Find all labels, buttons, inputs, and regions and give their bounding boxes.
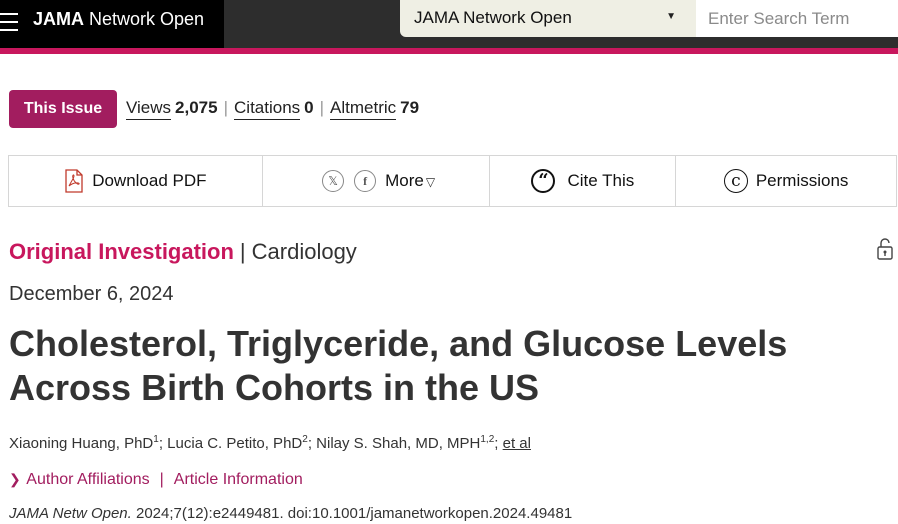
citations-link[interactable]: Citations bbox=[234, 98, 301, 120]
article-metrics: Views 2,075 | Citations 0 | Altmetric 79 bbox=[126, 98, 420, 120]
citation-details: 2024;7(12):e2449481. doi:10.1001/jamanet… bbox=[131, 505, 573, 522]
journal-select-label: JAMA Network Open bbox=[414, 8, 572, 27]
article-subject[interactable]: Cardiology bbox=[252, 239, 357, 264]
header-accent-stripe bbox=[0, 48, 898, 54]
views-count: 2,075 bbox=[175, 98, 218, 117]
article-type-line: Original Investigation | Cardiology bbox=[9, 239, 357, 265]
x-share-icon[interactable]: 𝕏 bbox=[322, 170, 345, 192]
author-name[interactable]: Xiaoning Huang, PhD bbox=[9, 435, 153, 452]
brand-logo[interactable]: JAMA Network Open bbox=[33, 8, 204, 30]
author-affiliation-ref: 1,2 bbox=[480, 434, 495, 445]
facebook-share-icon[interactable]: f bbox=[354, 170, 377, 192]
article-information-link[interactable]: Article Information bbox=[174, 471, 303, 488]
citations-count: 0 bbox=[304, 98, 314, 117]
chevron-right-icon: ❯ bbox=[9, 471, 21, 487]
author-affiliations-link[interactable]: ❯ Author Affiliations bbox=[9, 471, 150, 488]
more-button[interactable]: More ▽ bbox=[385, 171, 435, 191]
author-name[interactable]: Nilay S. Shah, MD, MPH bbox=[316, 435, 480, 452]
metric-divider: | bbox=[223, 98, 229, 117]
journal-abbrev: JAMA Netw Open. bbox=[9, 505, 132, 522]
copyright-icon: c bbox=[723, 169, 748, 193]
cite-this-button[interactable]: “ Cite This bbox=[490, 156, 677, 206]
publication-date: December 6, 2024 bbox=[9, 283, 174, 305]
article-title: Cholesterol, Triglyceride, and Glucose L… bbox=[9, 323, 788, 408]
pdf-icon bbox=[65, 169, 83, 193]
author-affiliations-label: Author Affiliations bbox=[26, 471, 150, 488]
more-label: More bbox=[385, 171, 424, 190]
open-access-lock-icon bbox=[877, 238, 893, 260]
chevron-down-icon: ▼ bbox=[666, 11, 676, 22]
menu-icon[interactable] bbox=[0, 11, 20, 33]
top-header: JAMA Network Open JAMA Network Open ▼ bbox=[0, 0, 898, 48]
metric-divider: | bbox=[319, 98, 325, 117]
article-citation: JAMA Netw Open. 2024;7(12):e2449481. doi… bbox=[9, 505, 572, 522]
link-divider: | bbox=[159, 471, 164, 488]
author-affiliation-ref: 1 bbox=[153, 434, 159, 445]
author-name[interactable]: Lucia C. Petito, PhD bbox=[167, 435, 302, 452]
journal-select[interactable]: JAMA Network Open ▼ bbox=[400, 0, 696, 37]
download-pdf-label: Download PDF bbox=[92, 171, 207, 190]
this-issue-button[interactable]: This Issue bbox=[9, 90, 117, 128]
permissions-button[interactable]: c Permissions bbox=[676, 156, 896, 206]
quote-icon: “ bbox=[531, 169, 556, 193]
author-affiliation-ref: 2 bbox=[302, 434, 308, 445]
author-list: Xiaoning Huang, PhD1; Lucia C. Petito, P… bbox=[9, 434, 531, 452]
type-divider: | bbox=[239, 239, 246, 264]
views-link[interactable]: Views bbox=[126, 98, 172, 120]
permissions-label: Permissions bbox=[755, 171, 849, 190]
search-input[interactable] bbox=[696, 0, 898, 37]
altmetric-link[interactable]: Altmetric bbox=[330, 98, 397, 120]
article-info-links: ❯ Author Affiliations | Article Informatio… bbox=[9, 471, 303, 489]
et-al-link[interactable]: et al bbox=[503, 435, 531, 452]
download-pdf-button[interactable]: Download PDF bbox=[9, 156, 263, 206]
share-more-group: 𝕏 f More ▽ bbox=[263, 156, 491, 206]
cite-this-label: Cite This bbox=[567, 171, 635, 190]
article-type[interactable]: Original Investigation bbox=[9, 239, 234, 264]
article-toolbar: Download PDF 𝕏 f More ▽ “ Cite This c Per… bbox=[8, 155, 897, 207]
altmetric-score: 79 bbox=[400, 98, 420, 117]
chevron-down-icon: ▽ bbox=[425, 175, 436, 189]
